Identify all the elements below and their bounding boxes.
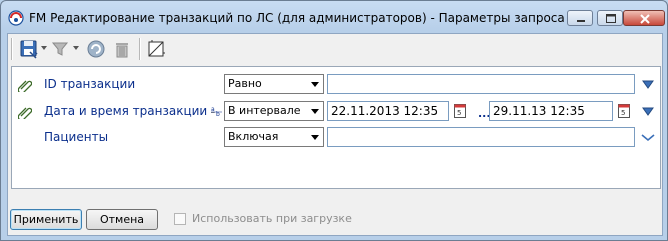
filter-label-datetime: Дата и время транзакции <box>44 104 208 118</box>
filter-dropdown-icon[interactable] <box>73 46 79 50</box>
apply-button[interactable]: Применить <box>10 209 82 230</box>
id-value-input[interactable] <box>327 74 635 94</box>
svg-text:5: 5 <box>621 109 625 117</box>
title-bar[interactable]: FM Редактирование транзакций по ЛС (для … <box>1 1 667 33</box>
filter-row-patients: Пациенты Включая <box>12 127 660 149</box>
minimize-button[interactable] <box>567 10 593 26</box>
toolbar-separator <box>139 38 141 60</box>
edit-icon[interactable] <box>145 38 167 60</box>
save-icon[interactable] <box>18 38 40 60</box>
filter-icon[interactable] <box>50 38 72 60</box>
minimize-icon <box>577 20 585 22</box>
paperclip-icon[interactable] <box>18 78 32 92</box>
toolbar-grip <box>11 38 13 60</box>
svg-text:5: 5 <box>457 109 461 117</box>
operator-select-datetime[interactable]: В интервале <box>224 101 324 121</box>
window-title: FM Редактирование транзакций по ЛС (для … <box>29 11 565 25</box>
arrow-down-icon[interactable] <box>640 76 656 92</box>
maximize-icon <box>606 14 616 23</box>
chevron-down-icon <box>311 109 319 114</box>
dialog-footer: Применить Отмена Использовать при загруз… <box>8 206 662 235</box>
operator-select-id[interactable]: Равно <box>224 74 324 94</box>
app-window: FM Редактирование транзакций по ЛС (для … <box>0 0 668 241</box>
calendar-icon[interactable]: 5 <box>618 102 630 120</box>
dialog-client-area: ID транзакции Равно Дата и время транзак… <box>7 33 663 236</box>
patients-value-input[interactable] <box>327 127 635 147</box>
filter-panel: ID транзакции Равно Дата и время транзак… <box>11 66 661 189</box>
calendar-icon[interactable]: 5 <box>454 102 466 120</box>
app-logo-icon <box>8 10 24 26</box>
maximize-button[interactable] <box>597 10 623 26</box>
chevron-down-icon[interactable] <box>640 129 656 145</box>
use-on-load-label: Использовать при загрузке <box>192 212 352 225</box>
trash-icon[interactable] <box>111 38 133 60</box>
use-on-load-checkbox[interactable] <box>174 213 186 225</box>
chevron-down-icon <box>311 82 319 87</box>
range-mode-icon[interactable]: a b <box>211 105 223 117</box>
date-to-input[interactable]: 29.11.13 12:35 <box>489 101 613 121</box>
paperclip-icon[interactable] <box>18 105 32 119</box>
close-button[interactable] <box>623 10 665 26</box>
filter-label-id: ID транзакции <box>44 77 136 91</box>
filter-row-id: ID транзакции Равно <box>12 74 660 96</box>
toolbar <box>8 34 662 64</box>
filter-row-datetime: Дата и время транзакции a b В интервале … <box>12 101 660 123</box>
chevron-down-icon <box>311 135 319 140</box>
cancel-button[interactable]: Отмена <box>86 209 158 230</box>
refresh-icon[interactable] <box>85 38 107 60</box>
date-from-input[interactable]: 22.11.2013 12:35 <box>327 101 449 121</box>
close-icon <box>640 14 650 24</box>
filter-label-patients: Пациенты <box>44 130 109 144</box>
save-dropdown-icon[interactable] <box>41 46 47 50</box>
arrow-down-icon[interactable] <box>640 103 656 119</box>
operator-select-patients[interactable]: Включая <box>224 127 324 147</box>
